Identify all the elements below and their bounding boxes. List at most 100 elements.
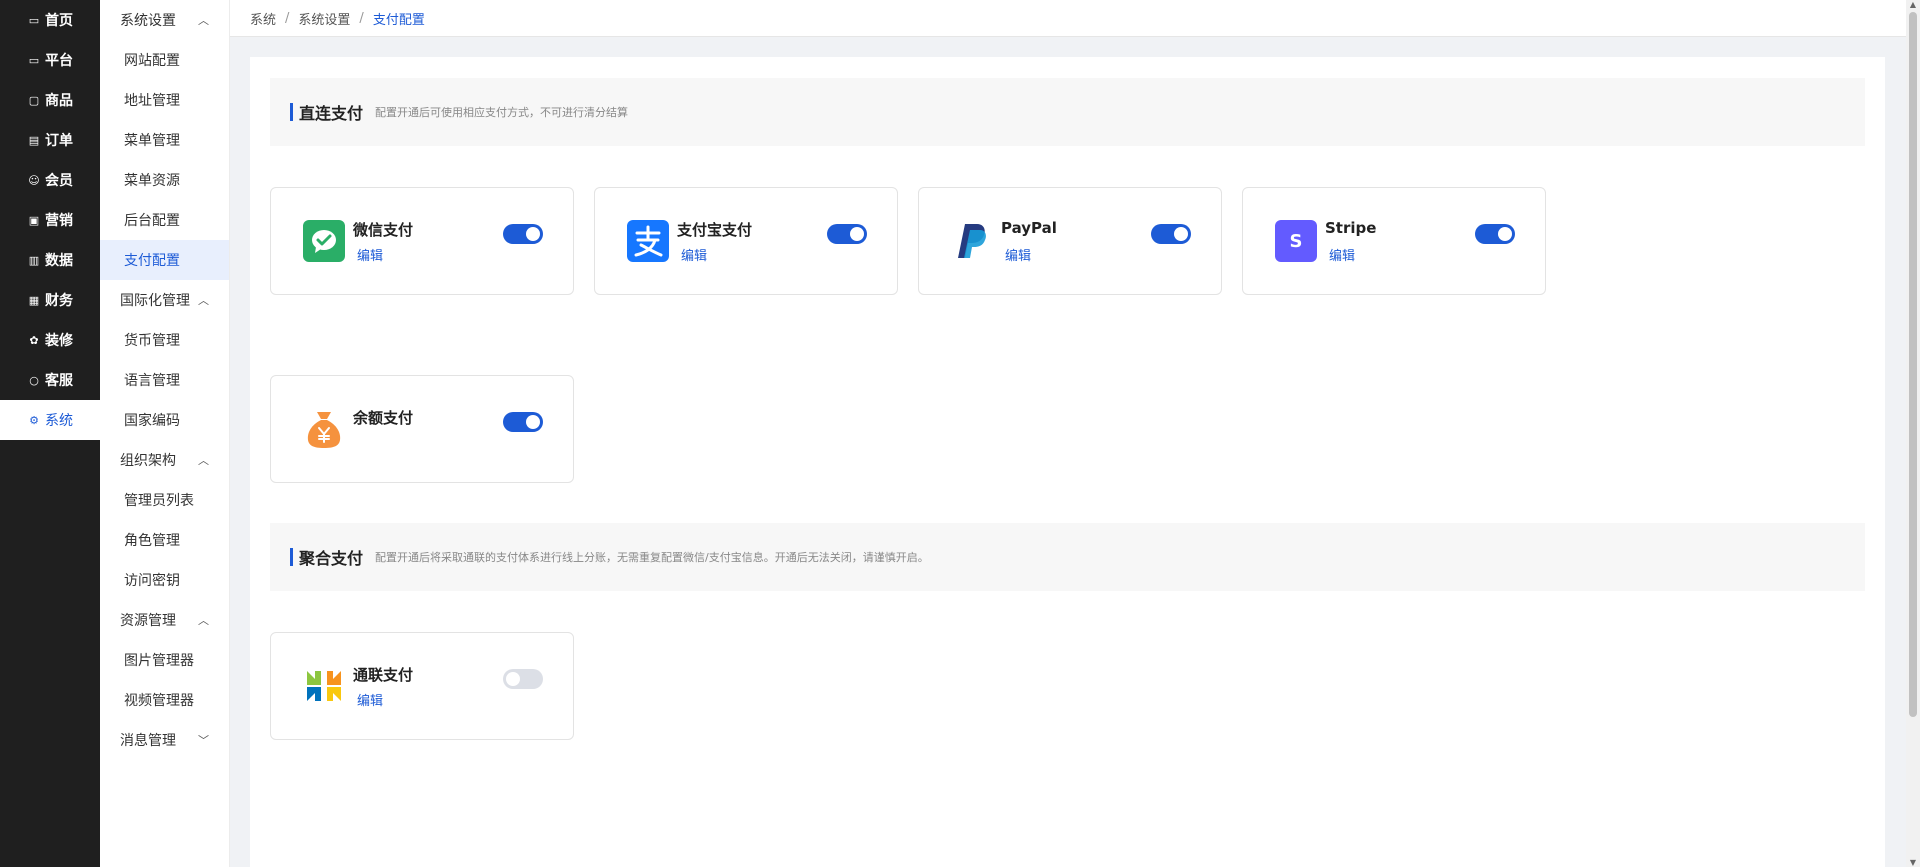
menu-item-admin-config[interactable]: 后台配置 [100, 200, 229, 240]
enable-toggle[interactable] [503, 669, 543, 689]
monitor-icon: ▭ [28, 53, 40, 67]
menu-group-label: 消息管理 [120, 733, 176, 749]
menu-item-language[interactable]: 语言管理 [100, 360, 229, 400]
section-accent-bar [290, 103, 293, 121]
menu-item-menu-manage[interactable]: 菜单管理 [100, 120, 229, 160]
nav-item-system[interactable]: ⚙ 系统 [0, 400, 100, 440]
toggle-knob [506, 672, 520, 686]
nav-item-marketing[interactable]: ▣ 营销 [0, 200, 100, 240]
scrollbar[interactable]: ▲ ▼ [1906, 0, 1920, 867]
toggle-knob [526, 227, 540, 241]
secondary-sidebar: 系统设置 ︿ 网站配置 地址管理 菜单管理 菜单资源 后台配置 支付配置 国际化… [100, 0, 230, 867]
menu-item-roles[interactable]: 角色管理 [100, 520, 229, 560]
menu-group-label: 组织架构 [120, 453, 176, 469]
breadcrumb-separator: / [285, 10, 290, 26]
menu-group-i18n[interactable]: 国际化管理 ︿ [100, 280, 229, 320]
menu-item-address[interactable]: 地址管理 [100, 80, 229, 120]
nav-label: 系统 [45, 413, 73, 429]
payment-name: Stripe [1325, 219, 1377, 237]
payment-name: 支付宝支付 [677, 221, 753, 239]
chevron-up-icon: ︿ [198, 14, 209, 27]
document-icon: ▤ [28, 133, 40, 147]
edit-link[interactable]: 编辑 [1329, 245, 1355, 264]
edit-link[interactable]: 编辑 [357, 690, 383, 709]
chevron-down-icon: ﹀ [198, 734, 209, 747]
menu-group-resources[interactable]: 资源管理 ︿ [100, 600, 229, 640]
nav-item-orders[interactable]: ▤ 订单 [0, 120, 100, 160]
menu-item-admin-list[interactable]: 管理员列表 [100, 480, 229, 520]
app: ▭ 首页 ▭ 平台 ▢ 商品 ▤ 订单 ☺ 会员 ▣ 营销 ▥ 数据 ▦ 财务 [0, 0, 1920, 867]
scroll-down-icon[interactable]: ▼ [1906, 858, 1920, 867]
enable-toggle[interactable] [503, 224, 543, 244]
payment-card-allinpay: 通联支付 编辑 [270, 632, 574, 740]
nav-label: 数据 [45, 253, 73, 269]
section-accent-bar [290, 548, 293, 566]
nav-label: 装修 [45, 333, 73, 349]
section-description: 配置开通后将采取通联的支付体系进行线上分账，无需重复配置微信/支付宝信息。开通后… [375, 551, 929, 564]
section-description: 配置开通后可使用相应支付方式，不可进行清分结算 [375, 106, 629, 119]
content-panel: 直连支付 配置开通后可使用相应支付方式，不可进行清分结算 微信支付 编辑 支付宝… [250, 57, 1885, 867]
enable-toggle[interactable] [1151, 224, 1191, 244]
menu-group-label: 系统设置 [120, 13, 176, 29]
menu-item-country-code[interactable]: 国家编码 [100, 400, 229, 440]
scroll-up-icon[interactable]: ▲ [1906, 0, 1920, 9]
nav-item-service[interactable]: ○ 客服 [0, 360, 100, 400]
breadcrumb-item-current: 支付配置 [372, 12, 425, 28]
payment-card-wechat: 微信支付 编辑 [270, 187, 574, 295]
breadcrumb-item-system[interactable]: 系统 [250, 9, 276, 28]
chart-icon: ▥ [28, 253, 40, 267]
alipay-icon [627, 220, 669, 262]
chevron-up-icon: ︿ [198, 294, 209, 307]
primary-sidebar: ▭ 首页 ▭ 平台 ▢ 商品 ▤ 订单 ☺ 会员 ▣ 营销 ▥ 数据 ▦ 财务 [0, 0, 100, 867]
menu-item-site-config[interactable]: 网站配置 [100, 40, 229, 80]
nav-item-members[interactable]: ☺ 会员 [0, 160, 100, 200]
menu-group-system-settings[interactable]: 系统设置 ︿ [100, 0, 229, 40]
scrollbar-thumb[interactable] [1909, 12, 1917, 717]
chevron-up-icon: ︿ [198, 454, 209, 467]
nav-item-data[interactable]: ▥ 数据 [0, 240, 100, 280]
menu-item-image-manager[interactable]: 图片管理器 [100, 640, 229, 680]
design-icon: ✿ [29, 333, 39, 347]
stripe-icon: S [1275, 220, 1317, 262]
enable-toggle[interactable] [1475, 224, 1515, 244]
chevron-up-icon: ︿ [198, 614, 209, 627]
payment-card-balance: 余额支付 [270, 375, 574, 483]
nav-label: 首页 [45, 13, 73, 29]
gift-icon: ▣ [28, 213, 40, 227]
menu-group-messages[interactable]: 消息管理 ﹀ [100, 720, 229, 760]
nav-item-platform[interactable]: ▭ 平台 [0, 40, 100, 80]
toggle-knob [526, 415, 540, 429]
allinpay-icon [303, 665, 345, 707]
breadcrumb-item-settings[interactable]: 系统设置 [298, 9, 350, 28]
edit-link[interactable]: 编辑 [681, 245, 707, 264]
section-title: 直连支付 [299, 104, 364, 123]
nav-item-goods[interactable]: ▢ 商品 [0, 80, 100, 120]
nav-item-finance[interactable]: ▦ 财务 [0, 280, 100, 320]
nav-item-home[interactable]: ▭ 首页 [0, 0, 100, 40]
edit-link[interactable]: 编辑 [357, 245, 383, 264]
menu-item-menu-resource[interactable]: 菜单资源 [100, 160, 229, 200]
toggle-knob [1174, 227, 1188, 241]
paypal-icon [951, 220, 993, 262]
users-icon: ☺ [28, 173, 40, 187]
enable-toggle[interactable] [503, 412, 543, 432]
menu-item-payment-config[interactable]: 支付配置 [100, 240, 229, 280]
menu-group-label: 国际化管理 [120, 293, 190, 309]
wechat-pay-icon [303, 220, 345, 262]
section-header-direct: 直连支付 配置开通后可使用相应支付方式，不可进行清分结算 [270, 78, 1865, 146]
toggle-knob [1498, 227, 1512, 241]
menu-item-access-keys[interactable]: 访问密钥 [100, 560, 229, 600]
payment-card-paypal: PayPal 编辑 [918, 187, 1222, 295]
ledger-icon: ▦ [28, 293, 40, 307]
nav-item-decoration[interactable]: ✿ 装修 [0, 320, 100, 360]
menu-group-organization[interactable]: 组织架构 ︿ [100, 440, 229, 480]
menu-item-video-manager[interactable]: 视频管理器 [100, 680, 229, 720]
payment-card-alipay: 支付宝支付 编辑 [594, 187, 898, 295]
menu-item-currency[interactable]: 货币管理 [100, 320, 229, 360]
payment-name: 通联支付 [353, 666, 414, 684]
breadcrumb: 系统 / 系统设置 / 支付配置 [230, 0, 1910, 37]
nav-label: 营销 [45, 213, 73, 229]
payment-name: PayPal [1001, 219, 1057, 237]
edit-link[interactable]: 编辑 [1005, 245, 1031, 264]
enable-toggle[interactable] [827, 224, 867, 244]
